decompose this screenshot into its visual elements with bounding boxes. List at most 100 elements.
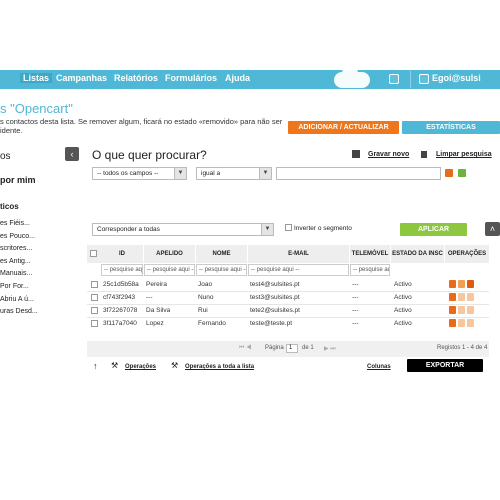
- row-checkbox[interactable]: [91, 281, 98, 288]
- user-icon: [419, 74, 429, 84]
- cell-estado: Activo: [394, 281, 412, 288]
- apps-icon[interactable]: [389, 74, 399, 84]
- operations-all-icon: ⚒: [171, 361, 179, 370]
- cell-telemovel: ---: [352, 281, 359, 288]
- sidebar-item[interactable]: es Fiéis...: [0, 220, 30, 227]
- search-title: O que quer procurar?: [92, 148, 207, 162]
- nav-campanhas[interactable]: Campanhas: [56, 73, 107, 83]
- export-button[interactable]: EXPORTAR: [407, 359, 483, 372]
- document-icon[interactable]: [458, 280, 465, 288]
- sidebar-item[interactable]: es Antig...: [0, 258, 31, 265]
- row-checkbox[interactable]: [91, 320, 98, 327]
- col-header-id[interactable]: ID: [101, 245, 143, 263]
- cell-id: 25c1d5b58a: [103, 281, 139, 288]
- delete-icon[interactable]: [467, 293, 474, 301]
- nav-listas[interactable]: Listas: [20, 73, 53, 83]
- page-input[interactable]: 1: [286, 344, 298, 353]
- save-icon: [352, 150, 360, 158]
- edit-icon[interactable]: [449, 319, 456, 327]
- desc-line-1: s contactos desta lista. Se remover algu…: [0, 117, 283, 126]
- cell-nome: Rui: [198, 307, 208, 314]
- sidebar-created-by-me[interactable]: por mim: [0, 175, 36, 185]
- cell-apelido: Da Silva: [146, 307, 171, 314]
- sidebar-item[interactable]: Abriu A ú...: [0, 296, 34, 303]
- sidebar-heading: os: [0, 151, 11, 162]
- filter-nome[interactable]: -- pesquise aqui --: [196, 264, 247, 276]
- row-operations: [449, 293, 476, 303]
- search-value-input[interactable]: [276, 167, 441, 180]
- invert-segment-checkbox[interactable]: [285, 224, 292, 231]
- col-header-nome[interactable]: NOME: [196, 245, 247, 263]
- filter-apelido[interactable]: -- pesquise aqui --: [144, 264, 195, 276]
- clear-search-link[interactable]: Limpar pesquisa: [436, 151, 492, 158]
- document-icon[interactable]: [458, 306, 465, 314]
- row-checkbox[interactable]: [91, 307, 98, 314]
- row-operations: [449, 306, 476, 316]
- sidebar-item[interactable]: es Pouco...: [0, 233, 35, 240]
- delete-icon[interactable]: [467, 319, 474, 327]
- operations-all-link[interactable]: Operações a toda a lista: [185, 364, 254, 370]
- col-header-telemovel[interactable]: TELEMÓVEL: [350, 245, 390, 263]
- record-count: Registos 1 - 4 de 4: [437, 345, 488, 351]
- cell-id: 3f72267078: [103, 307, 138, 314]
- edit-icon[interactable]: [449, 293, 456, 301]
- operations-link[interactable]: Operações: [125, 364, 156, 370]
- nav-formularios[interactable]: Formulários: [165, 73, 217, 83]
- row-checkbox[interactable]: [91, 294, 98, 301]
- apply-button[interactable]: APLICAR: [400, 223, 467, 236]
- cell-apelido: ---: [146, 294, 153, 301]
- filter-telemovel[interactable]: -- pesquise aqui --: [350, 264, 390, 276]
- cell-id: 3f117a7040: [103, 320, 137, 327]
- add-update-button[interactable]: ADICIONAR / ACTUALIZAR: [288, 121, 399, 134]
- document-icon[interactable]: [458, 293, 465, 301]
- add-condition-icon[interactable]: [458, 169, 466, 177]
- sidebar-item[interactable]: Manuais...: [0, 270, 32, 277]
- cell-nome: Nuno: [198, 294, 214, 301]
- delete-icon[interactable]: [467, 280, 474, 288]
- cell-telemovel: ---: [352, 294, 359, 301]
- first-page-icon[interactable]: ⏮ ◀: [239, 345, 251, 352]
- columns-link[interactable]: Colunas: [367, 364, 391, 370]
- col-header-estado[interactable]: ESTADO DA INSC: [391, 245, 444, 263]
- col-header-apelido[interactable]: APELIDO: [144, 245, 195, 263]
- row-divider: [87, 304, 489, 305]
- edit-icon[interactable]: [449, 280, 456, 288]
- nav-ajuda[interactable]: Ajuda: [225, 73, 250, 83]
- cell-email: test3@sulsites.pt: [250, 294, 300, 301]
- sidebar-item[interactable]: uras Desd...: [0, 308, 38, 315]
- select-all-checkbox[interactable]: [90, 250, 97, 257]
- field-select[interactable]: -- todos os campos -- ▼: [92, 167, 187, 180]
- user-name[interactable]: Egoi@sulsi: [432, 73, 481, 83]
- field-select-value: -- todos os campos --: [97, 170, 159, 177]
- operator-select[interactable]: igual a ▼: [196, 167, 272, 180]
- page-title: s "Opencart": [0, 101, 73, 116]
- cell-nome: Joao: [198, 281, 213, 288]
- cloud-decoration: [334, 67, 370, 88]
- sidebar-item[interactable]: scritores...: [0, 245, 32, 252]
- cell-apelido: Pereira: [146, 281, 167, 288]
- pagination-bar: ⏮ ◀ Página 1 de 1 ▶ ⏭ Registos 1 - 4 de …: [87, 341, 489, 357]
- sidebar: os por mim ticos es Fiéis... es Pouco...…: [0, 145, 62, 375]
- cell-nome: Fernando: [198, 320, 226, 327]
- next-page-icon[interactable]: ▶ ⏭: [324, 345, 336, 353]
- cell-estado: Activo: [394, 294, 412, 301]
- save-new-link[interactable]: Gravar novo: [368, 151, 409, 158]
- statistics-button[interactable]: ESTATÍSTICAS: [402, 121, 500, 134]
- cell-email: test4@sulsites.pt: [250, 281, 300, 288]
- filter-email[interactable]: -- pesquise aqui --: [248, 264, 349, 276]
- cell-apelido: Lopez: [146, 320, 164, 327]
- nav-relatorios[interactable]: Relatórios: [114, 73, 158, 83]
- delete-icon[interactable]: [467, 306, 474, 314]
- col-header-operacoes: OPERAÇÕES: [445, 245, 489, 263]
- col-header-email[interactable]: E-MAIL: [248, 245, 349, 263]
- cell-email: teste@teste.pt: [250, 320, 293, 327]
- remove-condition-icon[interactable]: [445, 169, 453, 177]
- filter-id[interactable]: -- pesquise aqui --: [101, 264, 143, 276]
- collapse-sidebar-icon[interactable]: ‹: [65, 147, 79, 161]
- edit-icon[interactable]: [449, 306, 456, 314]
- document-icon[interactable]: [458, 319, 465, 327]
- chevron-up-icon[interactable]: ˄: [485, 222, 500, 236]
- match-select[interactable]: Corresponder a todas ▼: [92, 223, 274, 236]
- sidebar-item[interactable]: Por For...: [0, 283, 29, 290]
- cell-telemovel: ---: [352, 320, 359, 327]
